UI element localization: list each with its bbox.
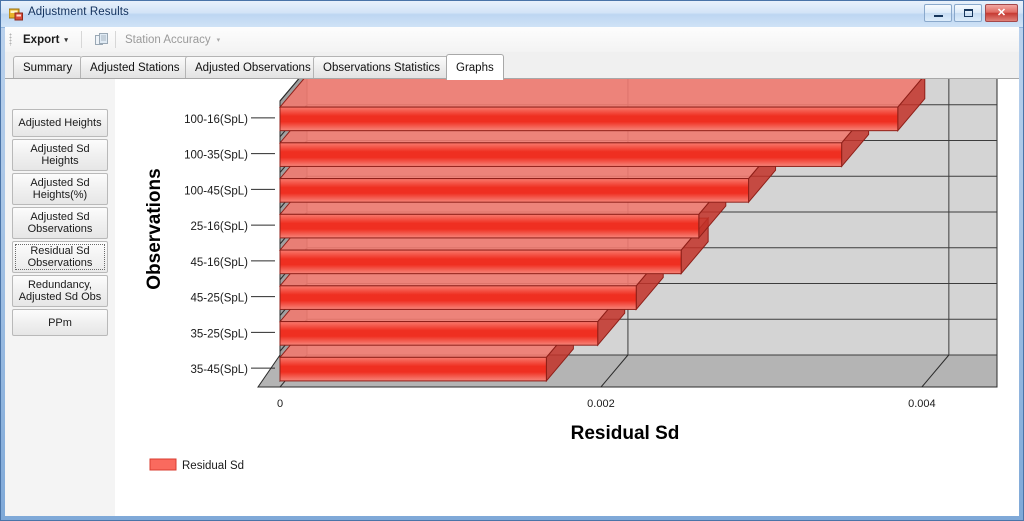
client-area: Export ▾ Station Accuracy ▾ Summary Adju… bbox=[5, 27, 1019, 516]
y-axis-tick-label: 35-25(SpL) bbox=[190, 328, 248, 340]
chevron-down-icon: ▾ bbox=[216, 36, 221, 44]
sidebar-item-ppm[interactable]: PPm bbox=[12, 309, 108, 336]
tab-observations-statistics[interactable]: Observations Statistics bbox=[313, 56, 450, 79]
sidebar-item-label: Residual Sd Observations bbox=[27, 245, 93, 269]
sidebar-item-adjusted-sd-heights-pct[interactable]: Adjusted Sd Heights(%) bbox=[12, 173, 108, 205]
minimize-icon bbox=[925, 5, 951, 21]
chevron-down-icon: ▾ bbox=[64, 36, 68, 44]
x-axis-tick-label: 0 bbox=[277, 398, 283, 410]
tab-adjusted-stations[interactable]: Adjusted Stations bbox=[80, 56, 190, 79]
sidebar-item-residual-sd-observations[interactable]: Residual Sd Observations bbox=[12, 241, 108, 273]
sidebar-item-label: Redundancy, Adjusted Sd Obs bbox=[18, 279, 102, 303]
toolbar-separator bbox=[81, 31, 82, 48]
legend-label: Residual Sd bbox=[182, 460, 244, 472]
graphs-pane: Adjusted Heights Adjusted Sd Heights Adj… bbox=[5, 79, 1019, 516]
y-axis-tick-label: 45-25(SpL) bbox=[190, 293, 248, 305]
station-accuracy-button[interactable]: Station Accuracy ▾ bbox=[121, 30, 224, 49]
sidebar-item-adjusted-heights[interactable]: Adjusted Heights bbox=[12, 109, 108, 137]
tab-label: Graphs bbox=[456, 61, 494, 74]
graph-type-sidebar: Adjusted Heights Adjusted Sd Heights Adj… bbox=[5, 79, 116, 516]
y-axis-tick-label: 45-16(SpL) bbox=[190, 257, 248, 269]
copy-icon bbox=[95, 32, 108, 45]
sidebar-item-label: Adjusted Sd Heights bbox=[30, 143, 90, 167]
tab-graphs[interactable]: Graphs bbox=[446, 54, 504, 80]
copy-button[interactable] bbox=[87, 30, 117, 49]
bar-front-face[interactable] bbox=[279, 213, 700, 239]
sidebar-item-label: Adjusted Sd Heights(%) bbox=[30, 177, 90, 201]
tab-label: Adjusted Stations bbox=[90, 62, 180, 74]
tab-adjusted-observations[interactable]: Adjusted Observations bbox=[185, 56, 321, 79]
bar-group bbox=[278, 79, 926, 133]
y-axis-tick-label: 35-45(SpL) bbox=[190, 364, 248, 376]
sidebar-item-redundancy-adjusted-sd-obs[interactable]: Redundancy, Adjusted Sd Obs bbox=[12, 275, 108, 307]
sidebar-item-adjusted-sd-heights[interactable]: Adjusted Sd Heights bbox=[12, 139, 108, 171]
toolbar-grip bbox=[9, 33, 12, 46]
y-axis-tick-label: 100-16(SpL) bbox=[184, 114, 248, 126]
tab-strip: Summary Adjusted Stations Adjusted Obser… bbox=[5, 52, 1019, 80]
bar-front-face[interactable] bbox=[279, 106, 899, 132]
sidebar-item-adjusted-sd-observations[interactable]: Adjusted Sd Observations bbox=[12, 207, 108, 239]
sidebar-item-label: Adjusted Sd Observations bbox=[27, 211, 93, 235]
sidebar-item-label: Adjusted Heights bbox=[18, 117, 102, 129]
x-axis-tick-label: 0.002 bbox=[587, 398, 615, 410]
y-axis-tick-label: 100-45(SpL) bbox=[184, 185, 248, 197]
bar-front-face[interactable] bbox=[279, 142, 843, 167]
legend-swatch bbox=[149, 458, 177, 471]
window-title: Adjustment Results bbox=[28, 6, 129, 18]
x-axis-title: Residual Sd bbox=[571, 423, 680, 444]
bar-front-face[interactable] bbox=[279, 321, 599, 346]
app-icon bbox=[9, 8, 23, 21]
export-button[interactable]: Export ▾ bbox=[19, 30, 72, 49]
y-axis-tick-label: 100-35(SpL) bbox=[184, 150, 248, 162]
toolbar-separator bbox=[115, 31, 116, 48]
tab-label: Summary bbox=[23, 62, 73, 74]
tab-label: Adjusted Observations bbox=[195, 62, 311, 74]
bar-front-face[interactable] bbox=[279, 178, 750, 203]
chart-canvas: 100-16(SpL) 100-35(SpL) 100-45(SpL) 25-16(S… bbox=[144, 79, 998, 472]
station-accuracy-label: Station Accuracy bbox=[125, 33, 211, 46]
bar-top-face bbox=[278, 79, 923, 108]
bar-front-face[interactable] bbox=[279, 285, 637, 310]
x-axis-tick-label: 0.004 bbox=[908, 398, 936, 410]
title-bar: Adjustment Results ✕ bbox=[1, 1, 1023, 28]
y-axis-title: Observations bbox=[144, 168, 165, 289]
minimize-button[interactable] bbox=[924, 4, 952, 22]
sidebar-item-label: PPm bbox=[48, 316, 72, 329]
maximize-button[interactable] bbox=[954, 4, 982, 22]
maximize-icon bbox=[955, 5, 981, 21]
bar-front-face[interactable] bbox=[279, 356, 547, 382]
tab-summary[interactable]: Summary bbox=[13, 56, 83, 79]
bar-front-face[interactable] bbox=[279, 249, 682, 275]
export-label: Export bbox=[23, 33, 60, 46]
y-axis-tick-label: 25-16(SpL) bbox=[190, 221, 248, 233]
residual-sd-chart: 100-16(SpL) 100-35(SpL) 100-45(SpL) 25-16(S… bbox=[115, 79, 1019, 516]
tab-label: Observations Statistics bbox=[323, 62, 440, 74]
close-icon: ✕ bbox=[996, 6, 1007, 19]
close-button[interactable]: ✕ bbox=[985, 4, 1018, 22]
application-window: Adjustment Results ✕ Export ▾ Station Ac… bbox=[0, 0, 1024, 521]
toolbar: Export ▾ Station Accuracy ▾ bbox=[5, 27, 1019, 53]
